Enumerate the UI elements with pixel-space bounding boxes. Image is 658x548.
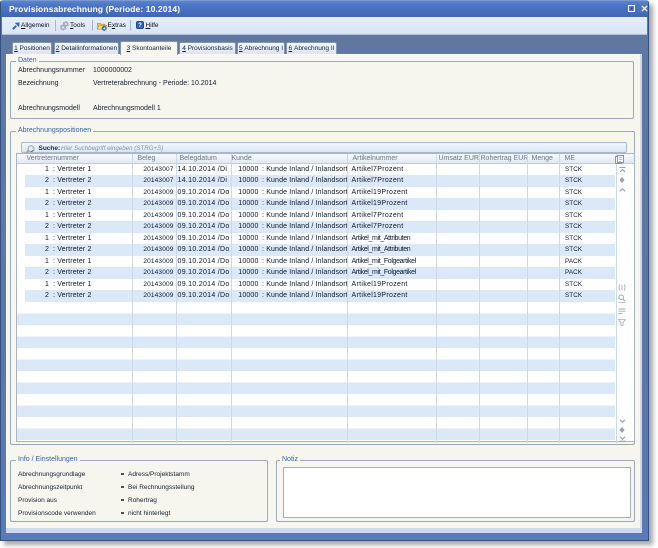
svg-text:?: ? — [138, 23, 142, 29]
